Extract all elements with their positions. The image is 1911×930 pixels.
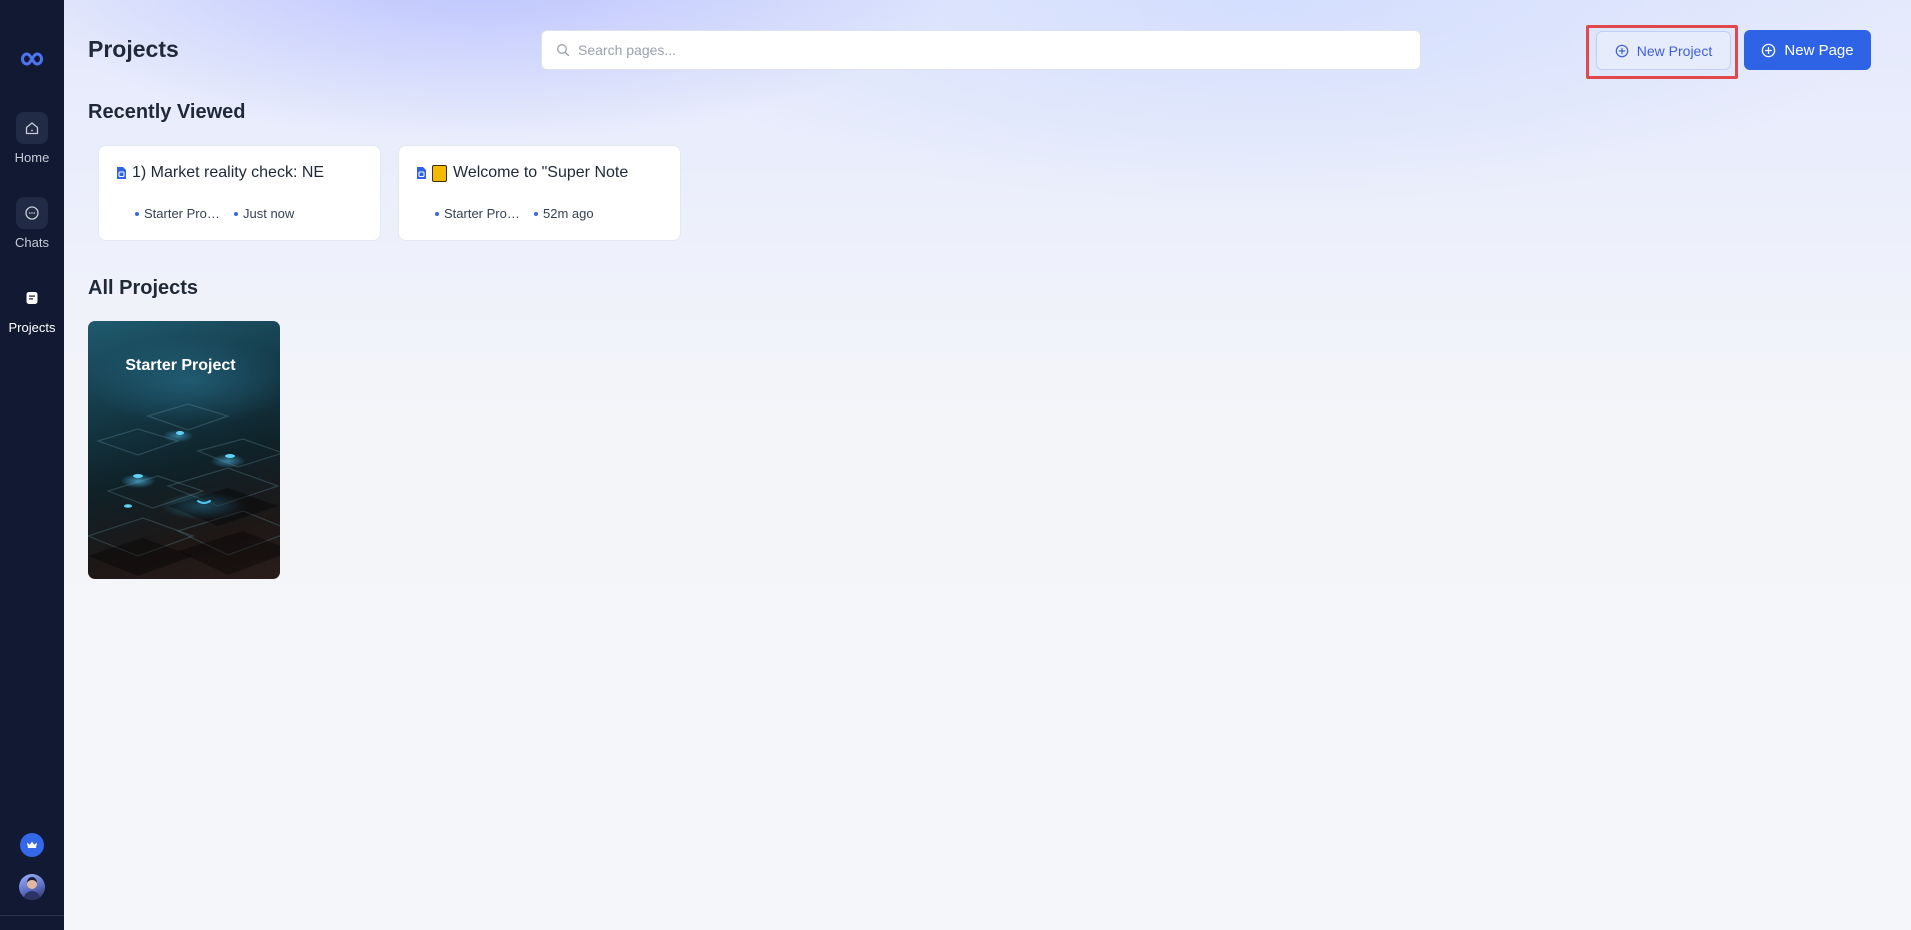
- new-project-label: New Project: [1636, 42, 1713, 59]
- recent-page-project: Starter Project: [144, 206, 222, 221]
- search-icon: [556, 43, 570, 57]
- all-projects-title: All Projects: [88, 277, 199, 299]
- new-page-button[interactable]: New Page: [1744, 30, 1871, 70]
- recent-page-meta: Starter Project Just now: [135, 206, 294, 221]
- sidebar-item-label: Projects: [8, 320, 56, 335]
- document-icon: [16, 282, 48, 314]
- bullet-dot: [435, 211, 439, 216]
- new-page-label: New Page: [1784, 41, 1854, 59]
- chat-bubble-icon: [16, 197, 48, 229]
- recent-page-time: Just now: [243, 206, 295, 221]
- recent-page-card[interactable]: 1) Market reality check: NE Starter Proj…: [98, 145, 381, 241]
- sidebar-divider: [0, 915, 64, 916]
- notebook-emoji-icon: [432, 164, 447, 182]
- recent-page-card[interactable]: Welcome to "Super Note Starter Project 5…: [398, 145, 681, 241]
- crown-icon[interactable]: [20, 833, 44, 857]
- project-card-name: Starter Project: [125, 357, 236, 374]
- sidebar-item-chats[interactable]: Chats: [0, 197, 64, 250]
- recent-page-title: 1) Market reality check: NE: [132, 164, 325, 181]
- recent-page-project: Starter Project: [444, 206, 522, 221]
- sidebar-item-label: Home: [14, 150, 50, 165]
- search-bar[interactable]: [541, 30, 1421, 70]
- page-doc-icon: [115, 166, 128, 180]
- sidebar: Home Chats Projects: [0, 0, 64, 930]
- recent-page-time: 52m ago: [543, 206, 594, 221]
- sidebar-item-projects[interactable]: Projects: [0, 282, 64, 335]
- main-content: Projects New Project New Page Recently V…: [64, 0, 1911, 930]
- search-input[interactable]: [578, 42, 1398, 58]
- project-card[interactable]: Starter Project: [88, 321, 280, 579]
- recent-page-title-row: 1) Market reality check: NE: [115, 164, 364, 182]
- page-doc-icon: [415, 166, 428, 180]
- recent-page-title: Welcome to "Super Note: [453, 164, 629, 181]
- new-project-button[interactable]: New Project: [1596, 31, 1731, 70]
- bullet-dot: [534, 211, 538, 216]
- recent-page-meta: Starter Project 52m ago: [435, 206, 594, 221]
- recently-viewed-title: Recently Viewed: [88, 101, 246, 123]
- infinity-logo[interactable]: [17, 44, 47, 74]
- avatar[interactable]: [19, 874, 45, 900]
- sidebar-item-label: Chats: [15, 235, 49, 250]
- recent-page-title-row: Welcome to "Super Note: [415, 164, 664, 182]
- bullet-dot: [135, 211, 139, 216]
- bullet-dot: [234, 211, 238, 216]
- home-icon: [16, 112, 48, 144]
- plus-circle-icon: [1615, 44, 1629, 58]
- sidebar-item-home[interactable]: Home: [0, 112, 64, 165]
- page-title: Projects: [88, 36, 179, 62]
- plus-circle-icon: [1761, 43, 1776, 58]
